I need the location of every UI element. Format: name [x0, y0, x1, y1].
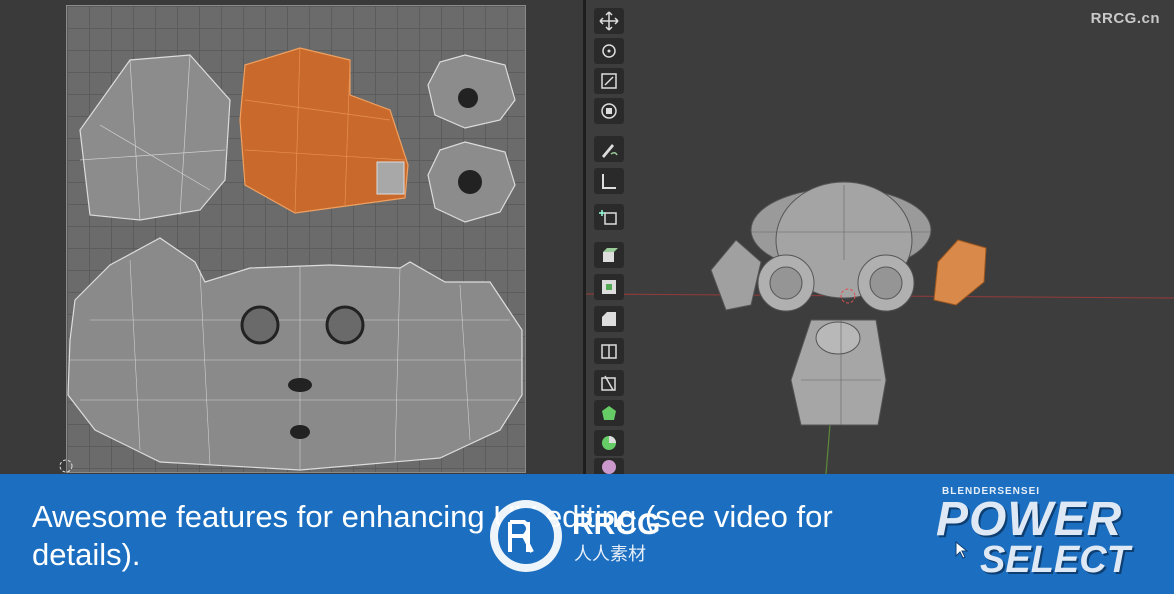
bevel-icon[interactable]: [594, 306, 624, 332]
viewport-toolbar: [594, 6, 626, 476]
measure-icon[interactable]: [594, 168, 624, 194]
monkey-mesh: [710, 181, 987, 426]
uv-cursor-icon: [59, 459, 73, 473]
mouse-cursor-icon: [955, 540, 969, 559]
inset-icon[interactable]: [594, 274, 624, 300]
monkey-ear-selected: [933, 239, 987, 306]
annotate-icon[interactable]: [594, 136, 624, 162]
brand-select-text: SELECT: [980, 539, 1130, 581]
spin-icon[interactable]: [594, 430, 624, 456]
rrcg-logo-subtext: 人人素材: [574, 544, 646, 565]
rrcg-logo-text: RRCG: [572, 508, 660, 541]
knife-icon[interactable]: [594, 370, 624, 396]
viewport-scene: [586, 181, 1174, 474]
rotate-icon[interactable]: [594, 38, 624, 64]
caption-text: Awesome features for enhancing UV editin…: [32, 499, 833, 572]
loop-cut-icon[interactable]: [594, 338, 624, 364]
move-icon[interactable]: [594, 8, 624, 34]
uv-islands[interactable]: [0, 0, 583, 474]
watermark-text: RRCG.cn: [1090, 10, 1160, 27]
uv-island-ear-left: [79, 54, 231, 221]
scale-icon[interactable]: [594, 68, 624, 94]
rrcg-logo: RRCG 人人素材: [490, 500, 660, 572]
uv-editor-panel[interactable]: [0, 0, 583, 474]
poly-build-icon[interactable]: [594, 400, 624, 426]
transform-icon[interactable]: [594, 98, 624, 124]
extrude-icon[interactable]: [594, 242, 624, 268]
brand-power-text: POWER: [936, 493, 1123, 546]
add-cube-icon[interactable]: [594, 204, 624, 230]
3d-viewport[interactable]: [586, 0, 1174, 474]
